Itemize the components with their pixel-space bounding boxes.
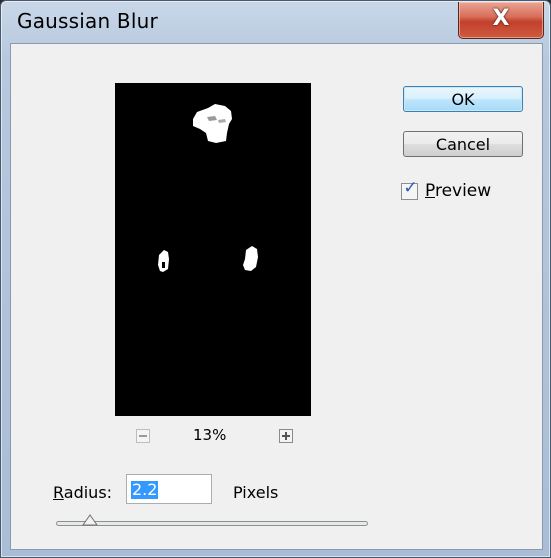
preview-label-rest: review <box>434 181 492 201</box>
radius-label: Radius: <box>53 483 112 502</box>
gaussian-blur-dialog: Gaussian Blur X 13% OK Cancel ✓ Preview … <box>0 0 551 558</box>
cancel-button[interactable]: Cancel <box>403 131 523 157</box>
radius-label-rest: adius: <box>63 483 113 502</box>
close-button[interactable]: X <box>458 2 544 39</box>
checkmark-icon: ✓ <box>403 178 418 198</box>
dialog-title: Gaussian Blur <box>17 9 158 33</box>
radius-input[interactable]: 2.2 <box>126 474 212 504</box>
ok-button[interactable]: OK <box>403 86 523 112</box>
radius-slider-track[interactable] <box>56 521 368 526</box>
radius-slider-thumb[interactable] <box>82 514 99 526</box>
zoom-out-button[interactable] <box>136 429 150 443</box>
zoom-level: 13% <box>193 426 227 444</box>
radius-label-mnemonic: R <box>53 483 64 502</box>
preview-image[interactable] <box>115 83 311 416</box>
preview-label-mnemonic: P <box>425 181 435 201</box>
title-bar[interactable]: Gaussian Blur X <box>1 1 550 41</box>
units-label: Pixels <box>233 483 279 502</box>
preview-checkbox[interactable]: ✓ <box>401 178 418 200</box>
preview-image-content <box>158 104 258 272</box>
zoom-in-button[interactable] <box>279 429 293 443</box>
dialog-body: 13% OK Cancel ✓ Preview Radius: 2.2 Pixe… <box>10 43 543 550</box>
preview-label[interactable]: Preview <box>425 181 491 201</box>
close-icon: X <box>492 6 510 31</box>
radius-value: 2.2 <box>131 480 159 499</box>
